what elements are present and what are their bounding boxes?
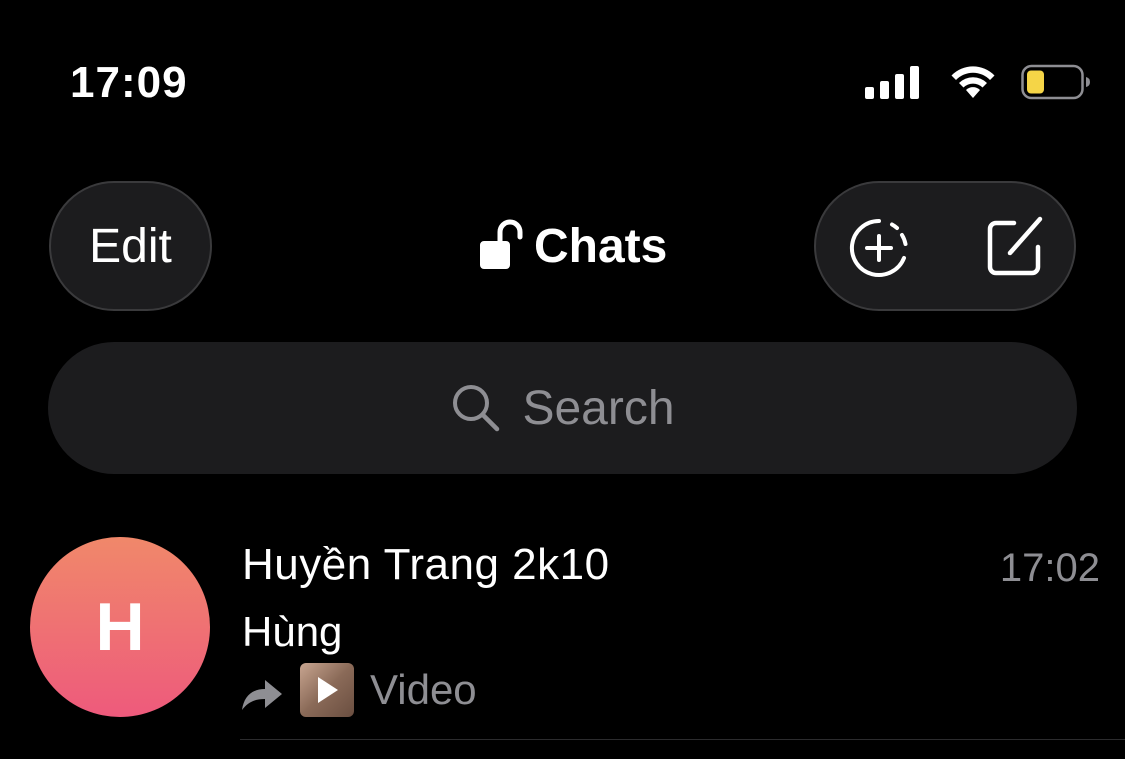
chat-preview: Video [240, 662, 477, 718]
cellular-signal-icon [865, 65, 919, 99]
chats-screen: 17:09 Edit Chats Search H Huyền Trang 2k… [0, 0, 1125, 759]
status-bar: 17:09 [0, 0, 1125, 150]
wifi-icon [951, 66, 995, 98]
search-icon [453, 385, 500, 432]
compose-icon[interactable] [984, 213, 1046, 279]
chat-list-item[interactable]: H Huyền Trang 2k10 17:02 Hùng Video [0, 520, 1125, 759]
chat-time: 17:02 [999, 546, 1100, 590]
page-title-group: Chats [478, 216, 667, 276]
chat-sender: Hùng [242, 608, 343, 655]
unlock-icon [480, 219, 523, 269]
search-placeholder: Search [522, 381, 675, 435]
play-icon [318, 677, 338, 703]
chat-preview-text: Video [370, 666, 477, 713]
header-actions [814, 181, 1076, 311]
avatar: H [30, 537, 210, 717]
new-story-icon[interactable] [848, 217, 910, 279]
divider [240, 739, 1125, 740]
edit-button[interactable]: Edit [49, 181, 212, 311]
search-input[interactable]: Search [48, 342, 1077, 474]
video-thumbnail [300, 663, 354, 717]
page-title: Chats [534, 219, 668, 273]
battery-low-icon [1021, 64, 1090, 100]
forward-icon [242, 680, 282, 710]
chat-name: Huyền Trang 2k10 [242, 540, 610, 589]
status-icons [865, 62, 1091, 102]
status-time: 17:09 [70, 58, 188, 107]
